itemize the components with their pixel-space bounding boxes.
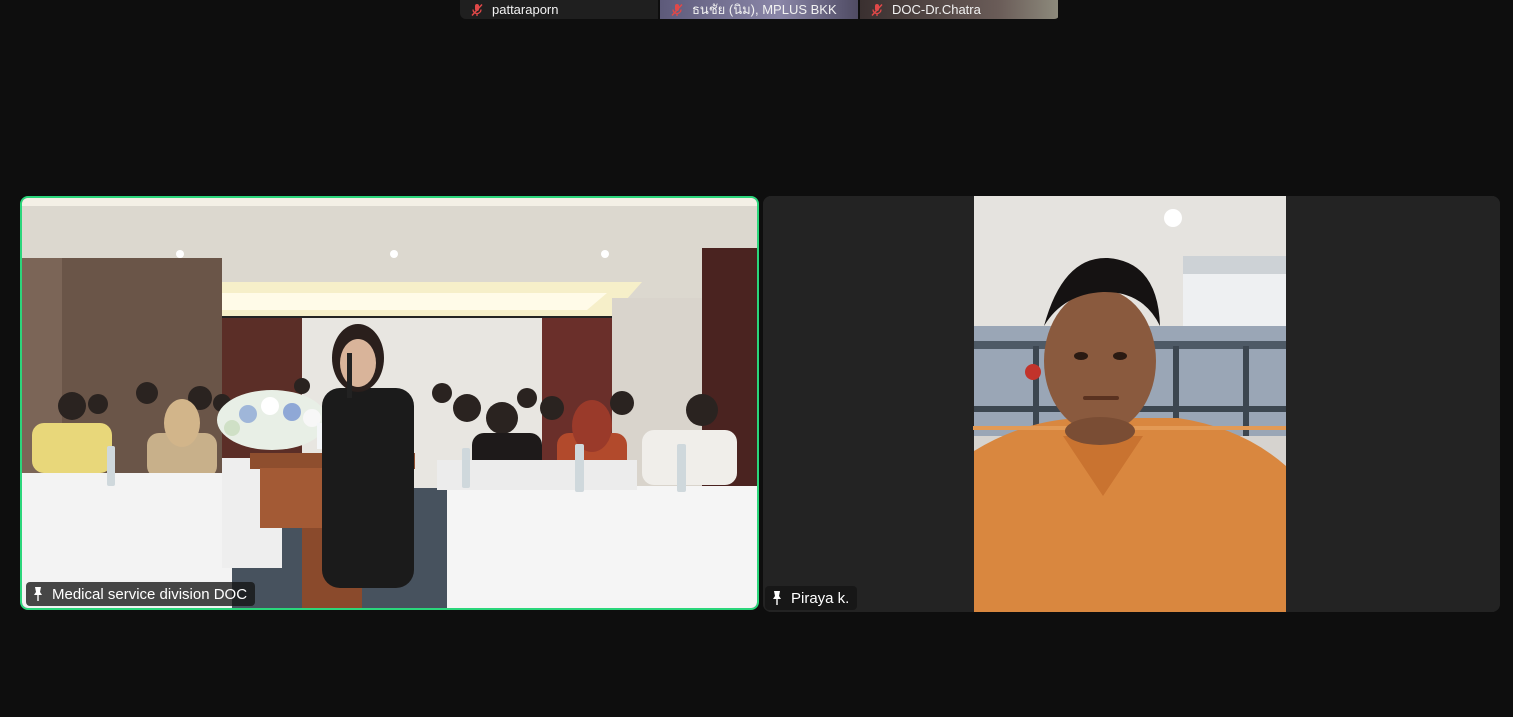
video-tile[interactable]: Piraya k. (763, 196, 1500, 612)
meeting-stage: pattaraporn ธนชัย (นิม), MPLUS BKK DOC-D… (0, 0, 1513, 717)
participant-name: DOC-Dr.Chatra (892, 2, 981, 17)
video-tile-active-speaker[interactable]: Medical service division DOC (20, 196, 759, 610)
muted-mic-icon (871, 3, 883, 16)
muted-mic-icon (471, 3, 483, 16)
muted-mic-icon (671, 3, 683, 16)
pin-icon (773, 591, 781, 605)
participant-name: Medical service division DOC (52, 585, 248, 603)
participant-thumbnail[interactable]: DOC-Dr.Chatra (860, 0, 1058, 19)
participant-thumbnail[interactable]: pattaraporn (460, 0, 658, 19)
pin-icon (34, 587, 42, 601)
participant-video (763, 196, 1500, 612)
participant-name: ธนชัย (นิม), MPLUS BKK (692, 2, 837, 17)
participant-thumbnail[interactable]: ธนชัย (นิม), MPLUS BKK (660, 0, 858, 19)
participant-name: pattaraporn (492, 2, 559, 17)
participant-name-tag: Medical service division DOC (26, 582, 256, 606)
participant-thumbnail-strip: pattaraporn ธนชัย (นิม), MPLUS BKK DOC-D… (460, 0, 1060, 19)
participant-name-tag: Piraya k. (765, 586, 858, 610)
conference-room-video (22, 198, 757, 608)
participant-name: Piraya k. (791, 589, 850, 607)
